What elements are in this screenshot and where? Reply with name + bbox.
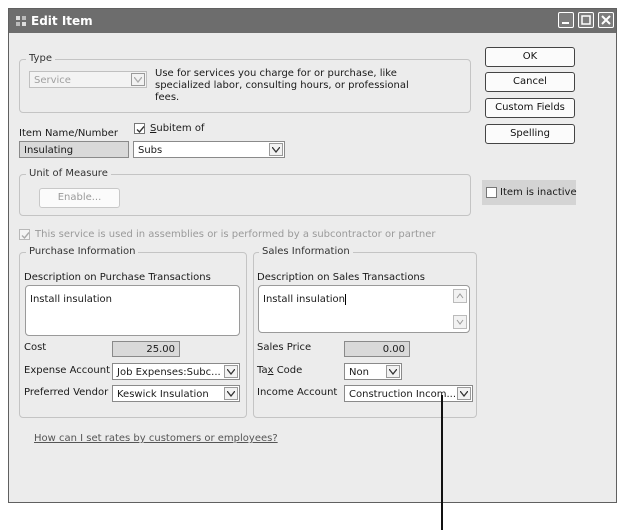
assembly-label: This service is used in assemblies or is…	[35, 229, 436, 240]
assembly-checkbox[interactable]	[19, 229, 30, 240]
minimize-button[interactable]	[558, 12, 574, 28]
subitem-value: Subs	[138, 145, 163, 156]
subitem-label: Subitem of	[150, 123, 205, 134]
preferred-vendor-select[interactable]: Keswick Insulation	[112, 385, 240, 402]
item-name-value: Insulating	[24, 145, 74, 156]
scrollbar[interactable]	[453, 289, 467, 329]
item-icon	[15, 15, 27, 27]
purchase-desc-label: Description on Purchase Transactions	[24, 272, 211, 283]
type-legend: Type	[26, 53, 55, 64]
spelling-button[interactable]: Spelling	[485, 124, 575, 144]
sales-price-value: 0.00	[382, 344, 405, 355]
cost-input[interactable]: 25.00	[112, 341, 180, 357]
sales-desc-value: Install insulation	[263, 294, 346, 305]
sales-desc-label: Description on Sales Transactions	[257, 272, 425, 283]
chevron-down-icon[interactable]	[224, 387, 238, 400]
sales-description-input[interactable]: Install insulation	[258, 285, 470, 333]
sales-price-label: Sales Price	[257, 342, 312, 353]
text-cursor	[345, 294, 347, 305]
purchase-description-input[interactable]: Install insulation	[25, 285, 240, 336]
edit-item-window: Edit Item Type Service Use for services …	[8, 8, 617, 503]
window-title: Edit Item	[31, 14, 93, 28]
subitem-label-rest: ubitem of	[156, 123, 205, 134]
callout-line	[441, 395, 443, 530]
preferred-vendor-label: Preferred Vendor	[24, 387, 109, 398]
type-value: Service	[34, 75, 71, 86]
title-bar[interactable]: Edit Item	[9, 9, 616, 33]
cancel-button[interactable]: Cancel	[485, 72, 575, 92]
item-name-input[interactable]: Insulating	[19, 141, 129, 158]
cost-value: 25.00	[146, 344, 175, 355]
tax-code-value: Non	[349, 367, 369, 378]
expense-account-label: Expense Account	[24, 365, 110, 376]
income-account-select[interactable]: Construction Incom...	[344, 385, 473, 402]
preferred-vendor-value: Keswick Insulation	[117, 389, 209, 400]
chevron-down-icon[interactable]	[269, 143, 283, 156]
item-inactive-checkbox[interactable]	[486, 187, 497, 198]
subitem-checkbox[interactable]	[134, 123, 145, 134]
dialog-body: Type Service Use for services you charge…	[9, 33, 616, 502]
custom-fields-button[interactable]: Custom Fields	[485, 98, 575, 118]
sales-legend: Sales Information	[259, 246, 353, 257]
ok-button[interactable]: OK	[485, 47, 575, 67]
chevron-down-icon[interactable]	[224, 365, 238, 378]
unit-of-measure-legend: Unit of Measure	[26, 168, 111, 179]
expense-account-select[interactable]: Job Expenses:Subc...	[112, 363, 240, 380]
tax-code-select[interactable]: Non	[344, 363, 402, 380]
purchase-desc-value: Install insulation	[30, 294, 113, 305]
close-button[interactable]	[598, 12, 614, 28]
income-account-value: Construction Incom...	[349, 389, 457, 400]
purchase-legend: Purchase Information	[26, 246, 139, 257]
income-account-label: Income Account	[257, 387, 338, 398]
chevron-down-icon[interactable]	[131, 73, 145, 86]
rates-help-link[interactable]: How can I set rates by customers or empl…	[34, 433, 278, 444]
tax-code-label: Tax Code	[257, 365, 303, 376]
sales-price-input[interactable]: 0.00	[344, 341, 410, 357]
type-description: Use for services you charge for or purch…	[155, 68, 409, 103]
item-inactive-label: Item is inactive	[500, 187, 577, 198]
item-name-label: Item Name/Number	[19, 128, 118, 139]
subitem-select[interactable]: Subs	[133, 141, 285, 158]
expense-account-value: Job Expenses:Subc...	[117, 367, 221, 378]
type-select[interactable]: Service	[29, 71, 147, 88]
chevron-down-icon[interactable]	[457, 387, 471, 400]
maximize-button[interactable]	[578, 12, 594, 28]
chevron-down-icon[interactable]	[386, 365, 400, 378]
enable-uom-button[interactable]: Enable...	[39, 188, 120, 208]
cost-label: Cost	[24, 342, 47, 353]
